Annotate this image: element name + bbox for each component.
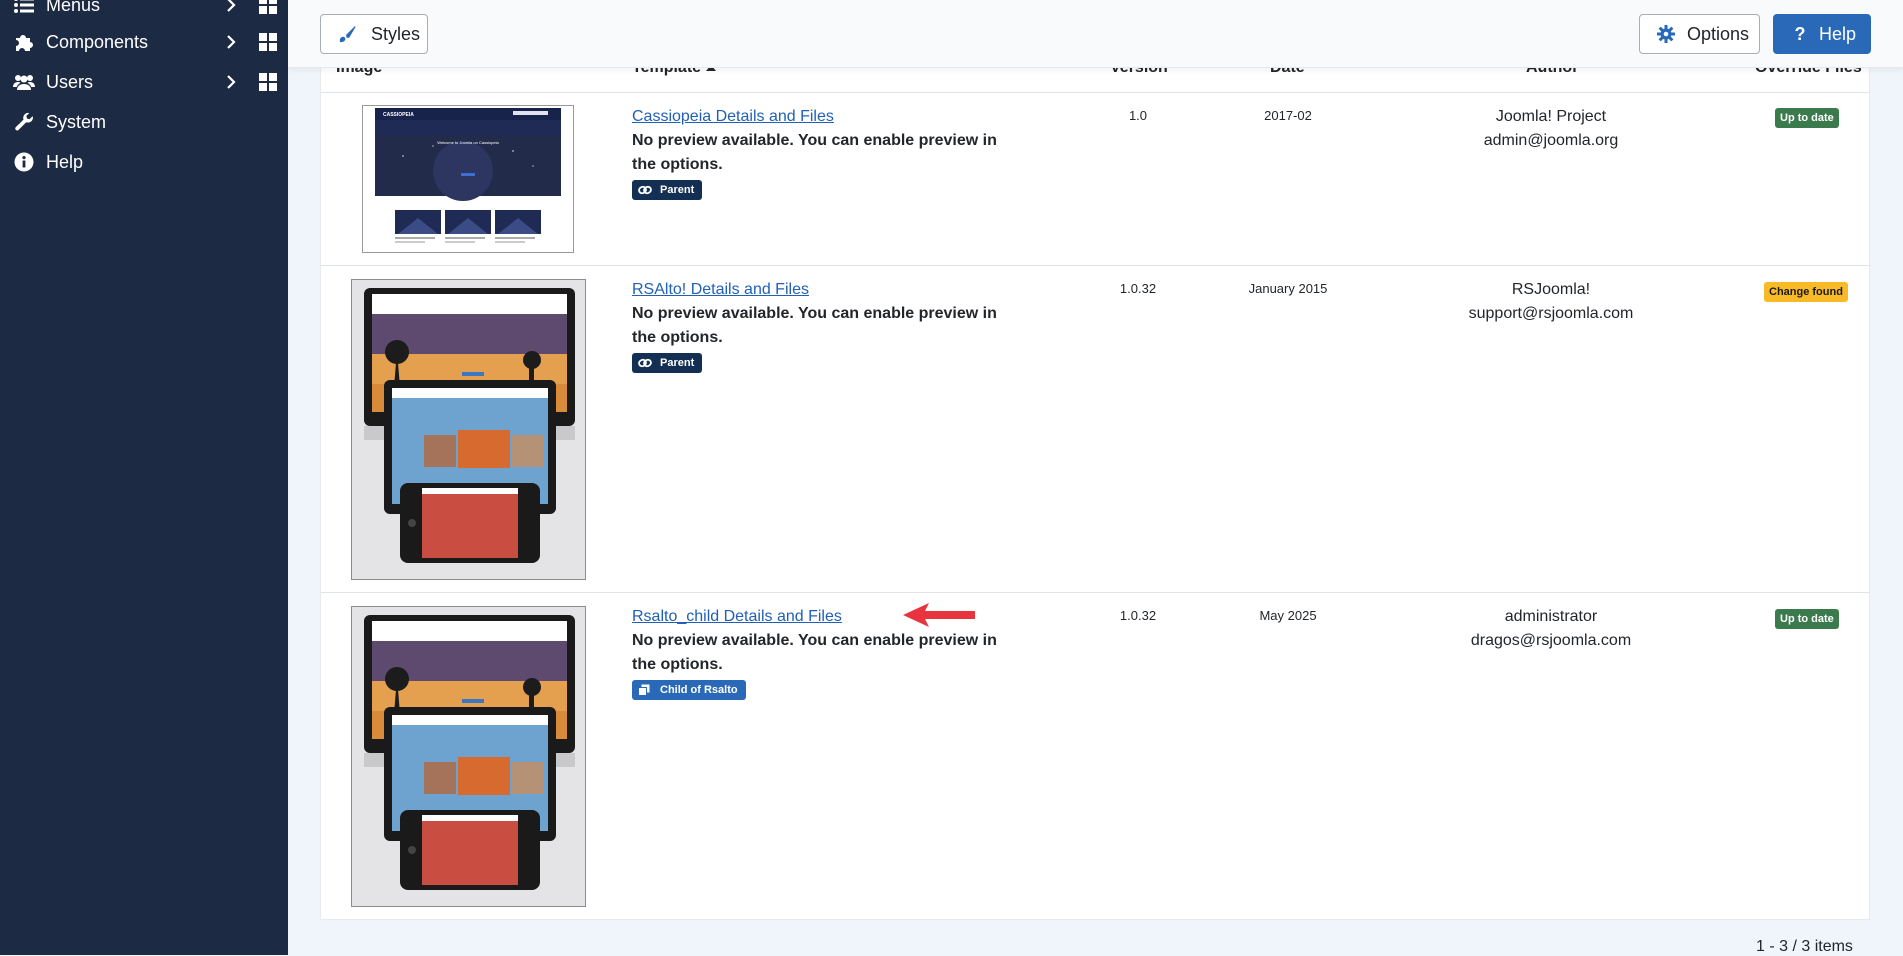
options-button[interactable]: Options — [1639, 14, 1760, 54]
styles-button-label: Styles — [371, 23, 421, 44]
sidebar-item-label: Users — [46, 71, 94, 92]
users-icon — [13, 71, 35, 93]
chevron-right-icon — [223, 0, 239, 13]
template-description: No preview available. You can enable pre… — [632, 632, 997, 673]
chevron-right-icon — [223, 34, 239, 50]
date-cell: May 2025 — [1259, 608, 1317, 623]
puzzle-icon — [13, 31, 35, 53]
sidebar-item-components[interactable]: Components — [0, 22, 288, 62]
author-name: Joomla! Project — [1495, 108, 1607, 125]
author-email: admin@joomla.org — [1483, 132, 1619, 149]
status-badge: Up to date — [1775, 609, 1839, 629]
template-link-rsalto[interactable]: RSAlto! Details and Files — [632, 281, 809, 299]
sidebar-item-help[interactable]: Help — [0, 142, 288, 182]
list-icon — [13, 0, 35, 16]
version-cell: 1.0 — [1128, 108, 1148, 123]
chevron-right-icon — [223, 74, 239, 90]
sidebar-item-label: Components — [46, 31, 149, 52]
gear-icon — [1656, 24, 1676, 44]
tag-label: Parent — [660, 357, 695, 369]
cassiopeia-welcome-text: Welcome to Joomla on Cassiopeia — [437, 140, 499, 145]
author-cell: RSJoomla! support@rsjoomla.com — [1431, 278, 1671, 326]
dashboard-grid-icon[interactable] — [259, 33, 277, 51]
version-cell: 1.0.32 — [1119, 281, 1157, 296]
options-button-label: Options — [1687, 23, 1750, 44]
author-email: dragos@rsjoomla.com — [1470, 632, 1632, 649]
pagination-summary: 1 - 3 / 3 items — [1756, 938, 1853, 955]
date-cell: 2017-02 — [1264, 108, 1312, 123]
info-icon — [13, 151, 35, 173]
parent-tag: Parent — [632, 180, 703, 200]
question-icon: ? — [1794, 23, 1806, 44]
help-button-label: Help — [1819, 23, 1857, 44]
template-description: No preview available. You can enable pre… — [632, 132, 997, 173]
status-badge: Up to date — [1775, 108, 1839, 128]
template-description: No preview available. You can enable pre… — [632, 305, 997, 346]
author-name: administrator — [1504, 608, 1598, 625]
cassiopeia-brand-text: CASSIOPEIA — [383, 112, 414, 118]
template-link-rsalto-child[interactable]: Rsalto_child Details and Files — [632, 608, 842, 626]
sidebar-item-label: Menus — [46, 0, 101, 15]
dashboard-grid-icon[interactable] — [259, 73, 277, 91]
toolbar: Styles Options ? Help — [288, 0, 1903, 68]
author-cell: Joomla! Project admin@joomla.org — [1431, 105, 1671, 153]
tag-label: Parent — [660, 184, 695, 196]
template-link-cassiopeia[interactable]: Cassiopeia Details and Files — [632, 108, 834, 126]
child-tag: Child of Rsalto — [632, 680, 746, 700]
row-divider — [321, 592, 1869, 593]
template-thumbnail-cassiopeia[interactable]: CASSIOPEIA Welcome to Joomla on Cassiope… — [362, 105, 574, 253]
paint-brush-icon — [337, 24, 357, 44]
link-icon — [638, 357, 652, 369]
styles-button[interactable]: Styles — [320, 14, 428, 54]
parent-tag: Parent — [632, 353, 703, 373]
sidebar-item-label: System — [46, 111, 107, 132]
annotation-arrow-icon — [903, 603, 975, 632]
row-divider — [321, 265, 1869, 266]
author-email: support@rsjoomla.com — [1468, 305, 1634, 322]
dashboard-grid-icon[interactable] — [259, 0, 277, 14]
status-badge: Change found — [1764, 282, 1848, 302]
template-thumbnail-rsalto[interactable] — [351, 279, 586, 580]
author-name: RSJoomla! — [1511, 281, 1591, 298]
tag-label: Child of Rsalto — [660, 684, 738, 696]
sidebar-item-label: Help — [46, 151, 84, 172]
version-cell: 1.0.32 — [1119, 608, 1157, 623]
sidebar: Menus Components Users System Help — [0, 0, 288, 955]
wrench-icon — [13, 111, 35, 133]
copy-icon — [638, 684, 652, 696]
sidebar-item-system[interactable]: System — [0, 102, 288, 142]
author-cell: administrator dragos@rsjoomla.com — [1431, 605, 1671, 653]
date-cell: January 2015 — [1248, 281, 1328, 296]
sidebar-item-users[interactable]: Users — [0, 62, 288, 102]
link-icon — [638, 184, 652, 196]
template-thumbnail-rsalto-child[interactable] — [351, 606, 586, 907]
row-divider — [321, 92, 1869, 93]
help-button[interactable]: ? Help — [1773, 14, 1871, 54]
